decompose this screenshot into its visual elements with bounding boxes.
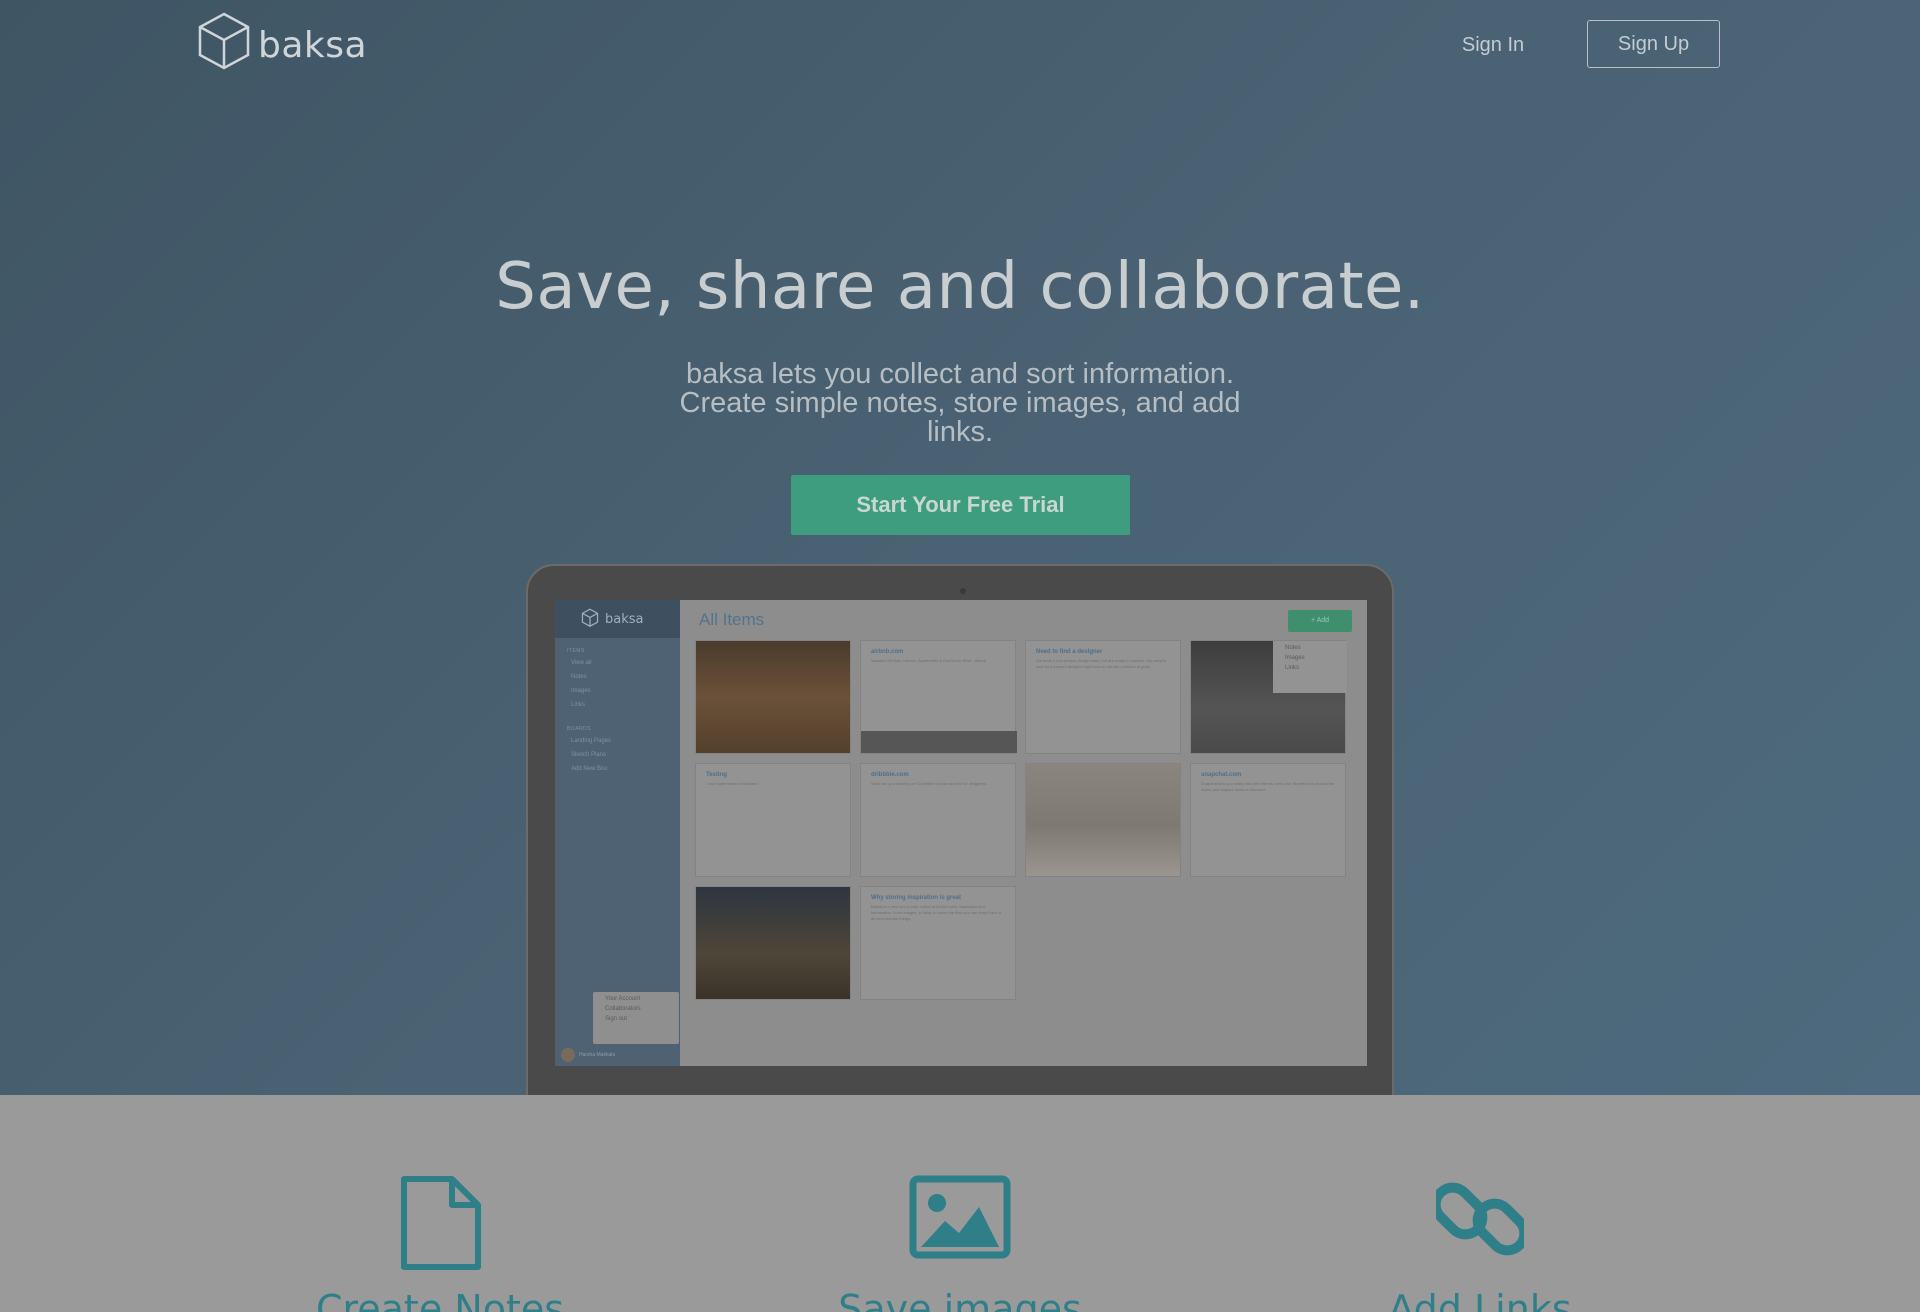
cube-logo-icon [581, 608, 599, 627]
hero-headline: Save, share and collaborate. [495, 250, 1425, 324]
user-menu-item: Your Account [605, 996, 641, 1002]
link-card: airbnb.com Vacation Rentals, Homes, Apar… [860, 640, 1017, 754]
avatar [561, 1048, 575, 1062]
brand-logo[interactable]: baksa [196, 10, 367, 80]
sidebar-item-images: Images [571, 688, 591, 694]
feature-create-notes: Create Notes [240, 1095, 640, 1312]
link-icon [1436, 1182, 1524, 1256]
card-title: Why storing inspiration is great [871, 895, 962, 901]
features-section: Create Notes Save images Add Links [0, 1095, 1920, 1312]
image-card [1025, 763, 1181, 877]
card-title: dribbble.com [871, 772, 909, 778]
card-body: We have a one-person design team, but ar… [1036, 658, 1167, 669]
filter-menu-item: Notes [1285, 645, 1301, 651]
sidebar-board-item: Sketch Plans [571, 752, 607, 758]
sidebar-board-item: Add New Box [571, 766, 608, 772]
feature-label: Save images [838, 1287, 1082, 1312]
hero-section: baksa Sign In Sign Up Save, share and co… [0, 0, 1920, 1095]
card-title: airbnb.com [871, 649, 904, 655]
sidebar-item-links: Links [571, 702, 586, 708]
feature-add-links: Add Links [1280, 1095, 1680, 1312]
image-card [695, 640, 851, 754]
app-main: All Items + Add airbnb.com Vacation Rent… [680, 600, 1367, 1066]
user-menu-item: Collaborators [605, 1006, 641, 1012]
sidebar-section-items: ITEMS [567, 648, 585, 654]
brand-name: baksa [258, 24, 368, 66]
filter-menu-item: Links [1285, 665, 1300, 671]
card-title: Testing [706, 772, 727, 778]
start-free-trial-button[interactable]: Start Your Free Trial [791, 475, 1130, 535]
app-sidebar: baksa ITEMS View all Notes Images Links … [555, 600, 680, 1066]
sidebar-board-item: Landing Pages [571, 738, 612, 744]
note-card: Testing I love watermelon smoothies! [695, 763, 851, 877]
user-name: Harsha Makkala [579, 1052, 616, 1058]
card-body: Vacation Rentals, Homes, Apartments & Ro… [871, 658, 987, 663]
cube-logo-icon [198, 12, 250, 70]
user-menu-popup: Your Account Collaborators Sign out [593, 992, 679, 1044]
filter-menu-popup: Notes Images Links [1273, 641, 1347, 693]
filter-menu-item: Images [1285, 655, 1305, 661]
card-body: I love watermelon smoothies! [706, 781, 758, 786]
feature-label: Create Notes [315, 1287, 565, 1312]
card-body: Snapchat lets you easily talk with frien… [1201, 781, 1335, 792]
card-body: Baksa is a new tool to help collect and … [871, 904, 1002, 921]
image-icon [909, 1175, 1011, 1259]
note-card: Why storing inspiration is great Baksa i… [860, 886, 1016, 1000]
image-card: Notes Images Links [1190, 640, 1347, 754]
sign-up-button[interactable]: Sign Up [1587, 20, 1720, 68]
card-title: Need to find a designer [1036, 649, 1103, 655]
app-page-title: All Items [699, 610, 765, 629]
link-card: snapchat.com Snapchat lets you easily ta… [1190, 763, 1346, 877]
laptop-mockup: baksa ITEMS View all Notes Images Links … [526, 564, 1394, 1095]
camera-dot [960, 588, 966, 594]
feature-save-images: Save images [760, 1095, 1160, 1312]
sidebar-item-view-all: View all [571, 660, 592, 666]
document-icon [401, 1176, 481, 1270]
sign-in-link[interactable]: Sign In [1438, 30, 1548, 60]
app-user: Harsha Makkala [561, 1048, 615, 1062]
app-brand: baksa [605, 611, 644, 627]
user-menu-item: Sign out [605, 1016, 628, 1022]
top-navigation: baksa Sign In Sign Up [0, 0, 1920, 100]
card-action-bar [861, 731, 1017, 753]
sidebar-section-boards: BOARDS [567, 726, 592, 732]
app-sidebar-header: baksa [555, 600, 680, 638]
card-body: What are you working on? Dribbble is sho… [871, 781, 988, 786]
card-title: snapchat.com [1201, 772, 1242, 778]
note-card: Need to find a designer We have a one-pe… [1025, 640, 1181, 754]
link-card: dribbble.com What are you working on? Dr… [860, 763, 1016, 877]
hero-subtext: baksa lets you collect and sort informat… [679, 358, 1241, 448]
sidebar-item-notes: Notes [571, 674, 587, 680]
app-add-button: + Add [1288, 610, 1352, 632]
app-screenshot: baksa ITEMS View all Notes Images Links … [555, 600, 1367, 1066]
image-card [695, 886, 851, 1000]
feature-label: Add Links [1388, 1287, 1572, 1312]
